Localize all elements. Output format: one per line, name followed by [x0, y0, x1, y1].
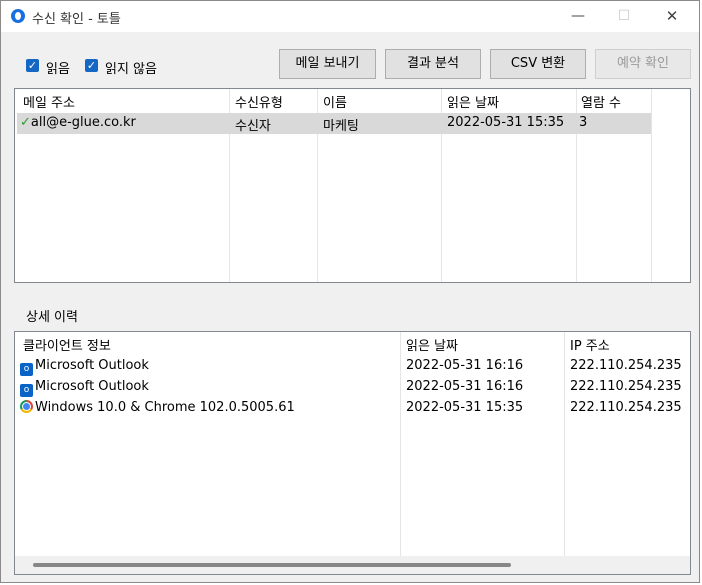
read-checkbox[interactable]: ✓ 읽음: [26, 57, 86, 77]
recipient-list[interactable]: 메일 주소 수신유형 이름 읽은 날짜 열람 수 ✓all@e-glue.co.…: [14, 88, 691, 283]
email-cell: ✓all@e-glue.co.kr: [20, 115, 136, 130]
maximize-button[interactable]: ☐: [601, 1, 647, 32]
csv-export-button[interactable]: CSV 변환: [490, 49, 586, 79]
close-button[interactable]: ✕: [649, 1, 695, 32]
send-mail-button[interactable]: 메일 보내기: [279, 49, 376, 79]
checkmark-icon: ✓: [26, 59, 39, 72]
checkmark-icon: ✓: [85, 59, 98, 72]
column-divider: [400, 332, 401, 558]
ip-cell: 222.110.254.235: [570, 400, 682, 415]
title-bar: 수신 확인 - 토틀 — ☐ ✕: [1, 1, 699, 32]
detail-history-title: 상세 이력: [26, 310, 78, 325]
client-cell: o Microsoft Outlook: [20, 379, 149, 397]
ip-cell: 222.110.254.235: [570, 358, 682, 373]
type-cell: 수신자: [235, 119, 271, 134]
column-header-name[interactable]: 이름: [323, 92, 347, 111]
analyze-results-button[interactable]: 결과 분석: [385, 49, 481, 79]
date-cell: 2022-05-31 15:35: [406, 400, 524, 415]
chrome-icon: [20, 400, 33, 413]
outlook-icon: o: [20, 384, 33, 397]
ip-cell: 222.110.254.235: [570, 379, 682, 394]
read-date-cell: 2022-05-31 15:35: [447, 115, 565, 130]
app-window: 수신 확인 - 토틀 — ☐ ✕ ✓ 읽음 ✓ 읽지 않음 메일 보내기 결과 …: [0, 0, 700, 583]
date-cell: 2022-05-31 16:16: [406, 379, 524, 394]
column-divider: [564, 332, 565, 558]
unread-checkbox-label: 읽지 않음: [105, 62, 157, 77]
read-checkbox-label: 읽음: [46, 62, 70, 77]
outlook-icon: o: [20, 363, 33, 376]
column-header-read-date[interactable]: 읽은 날짜: [406, 335, 458, 354]
reservation-check-button[interactable]: 예약 확인: [595, 49, 691, 79]
unread-checkbox[interactable]: ✓ 읽지 않음: [85, 57, 175, 77]
horizontal-scrollbar[interactable]: [15, 556, 690, 574]
window-title: 수신 확인 - 토틀: [32, 12, 121, 27]
app-logo-icon: [11, 9, 25, 23]
views-cell: 3: [579, 115, 588, 130]
column-header-type[interactable]: 수신유형: [235, 92, 283, 111]
name-cell: 마케팅: [323, 119, 359, 134]
date-cell: 2022-05-31 16:16: [406, 358, 524, 373]
column-header-client[interactable]: 클라이언트 정보: [23, 335, 111, 354]
column-header-views[interactable]: 열람 수: [581, 92, 621, 111]
column-header-email[interactable]: 메일 주소: [23, 92, 75, 111]
minimize-button[interactable]: —: [555, 1, 601, 32]
client-cell: Windows 10.0 & Chrome 102.0.5005.61: [20, 400, 295, 415]
scrollbar-thumb[interactable]: [33, 563, 511, 567]
check-icon: ✓: [20, 115, 31, 130]
column-header-read-date[interactable]: 읽은 날짜: [447, 92, 499, 111]
client-cell: o Microsoft Outlook: [20, 358, 149, 376]
column-divider: [651, 89, 652, 282]
detail-history-list[interactable]: 클라이언트 정보 읽은 날짜 IP 주소 o Microsoft Outlook …: [14, 331, 691, 575]
column-header-ip[interactable]: IP 주소: [570, 335, 610, 354]
